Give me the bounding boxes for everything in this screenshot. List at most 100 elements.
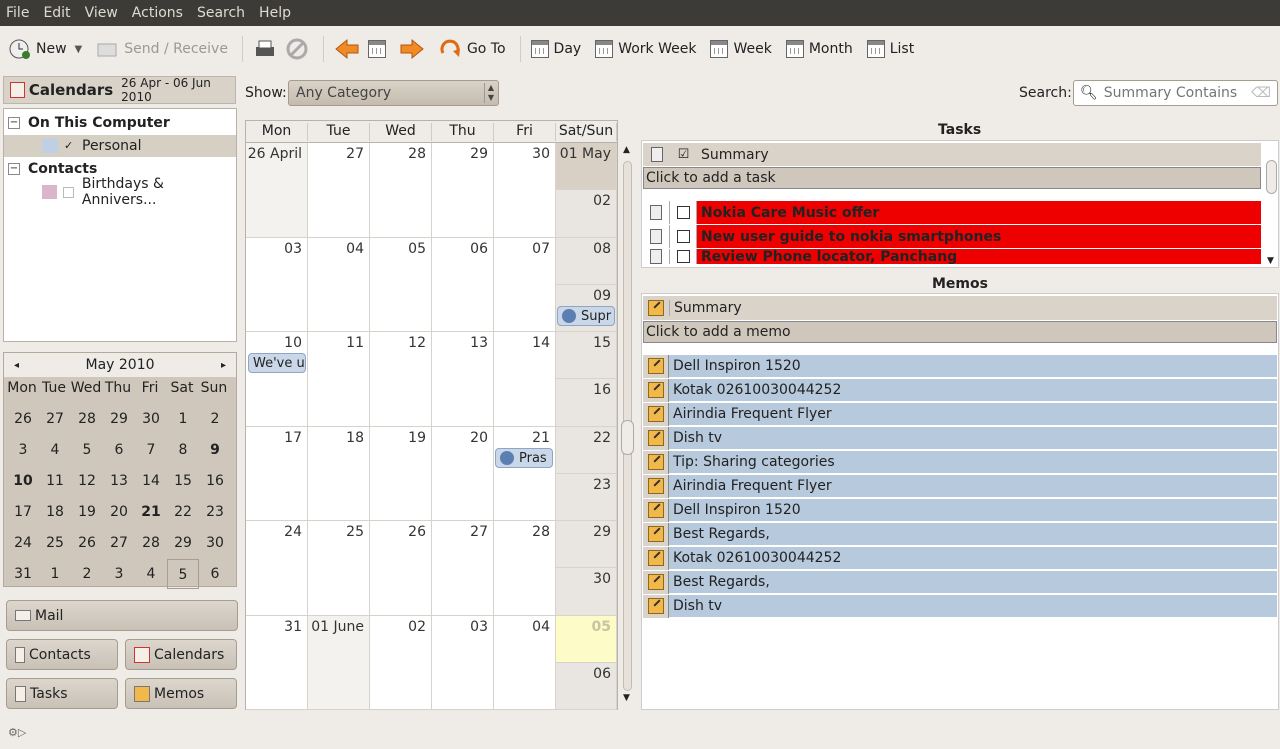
day-cell[interactable]: 24	[246, 521, 308, 616]
mini-day[interactable]: 17	[7, 497, 39, 527]
day-cell[interactable]: 28	[370, 143, 432, 238]
mini-day[interactable]: 1	[167, 404, 199, 434]
mini-day[interactable]: 2	[71, 559, 103, 589]
switcher-contacts[interactable]: Contacts	[6, 639, 118, 670]
tasks-scroll-down-icon[interactable]: ▼	[1267, 256, 1274, 266]
mini-day[interactable]: 23	[199, 497, 231, 527]
mini-day[interactable]: 25	[39, 528, 71, 558]
day-cell[interactable]: 13	[432, 332, 494, 427]
month-scrollbar[interactable]: ▲ ▼	[620, 145, 634, 710]
day-cell[interactable]: 31	[246, 615, 308, 710]
task-complete-cell[interactable]	[670, 225, 697, 248]
task-complete-cell[interactable]	[670, 201, 697, 224]
calendar-item-personal[interactable]: ✓ Personal	[4, 135, 236, 157]
memo-row[interactable]: Dell Inspiron 1520	[643, 354, 1277, 378]
week-view-button[interactable]: Week	[710, 40, 772, 58]
mini-day[interactable]: 6	[103, 435, 135, 465]
mini-day[interactable]: 18	[39, 497, 71, 527]
day-cell[interactable]: 04	[494, 615, 556, 710]
add-task-row[interactable]: Click to add a task	[643, 167, 1261, 189]
collapse-icon[interactable]: −	[8, 163, 20, 175]
memo-row[interactable]: Dish tv	[643, 594, 1277, 618]
menu-help[interactable]: Help	[259, 5, 291, 21]
search-input[interactable]	[1103, 85, 1254, 101]
category-select[interactable]: Any Category ▲ ▼	[288, 80, 499, 106]
day-cell[interactable]: 07	[494, 237, 556, 332]
day-cell[interactable]: 25	[308, 521, 370, 616]
sunday-cell[interactable]: 30	[556, 568, 617, 616]
task-complete-cell[interactable]	[670, 249, 697, 264]
scroll-thumb[interactable]	[621, 420, 634, 455]
mini-day[interactable]: 21	[135, 497, 167, 527]
mini-day[interactable]: 27	[39, 404, 71, 434]
sunday-cell[interactable]: 16	[556, 379, 617, 427]
day-cell[interactable]: 04	[308, 237, 370, 332]
day-cell[interactable]: 26	[370, 521, 432, 616]
mini-day[interactable]: 3	[103, 559, 135, 589]
saturday-cell[interactable]: 08	[556, 237, 617, 285]
task-checkbox[interactable]	[676, 250, 690, 263]
day-cell[interactable]: 26 April	[246, 143, 308, 238]
print-button[interactable]	[253, 38, 277, 60]
mini-day[interactable]: 13	[103, 466, 135, 496]
today-button[interactable]	[367, 40, 391, 58]
mini-day[interactable]: 26	[7, 404, 39, 434]
task-row[interactable]: New user guide to nokia smartphones	[643, 225, 1261, 248]
send-receive-button[interactable]: Send / Receive	[96, 38, 228, 60]
tasks-scrollbar[interactable]: ▼	[1264, 142, 1278, 266]
work-week-view-button[interactable]: Work Week	[595, 40, 696, 58]
memo-row[interactable]: Best Regards,	[643, 522, 1277, 546]
mini-day[interactable]: 31	[7, 559, 39, 589]
day-cell[interactable]: 20	[432, 426, 494, 521]
mini-day[interactable]: 8	[167, 435, 199, 465]
day-cell[interactable]: 01 June	[308, 615, 370, 710]
next-button[interactable]	[399, 38, 425, 60]
event-weve[interactable]: We've u	[248, 353, 306, 373]
saturday-cell[interactable]: 22	[556, 426, 617, 474]
menu-file[interactable]: File	[6, 5, 29, 21]
task-row[interactable]: Nokia Care Music offer	[643, 201, 1261, 224]
mini-day[interactable]: 29	[103, 404, 135, 434]
go-to-button[interactable]: Go To	[439, 37, 506, 61]
switcher-tasks[interactable]: Tasks	[6, 678, 118, 709]
task-row[interactable]: Review Phone locator, Panchang	[643, 249, 1261, 264]
day-cell[interactable]: 03	[246, 237, 308, 332]
mini-day[interactable]: 12	[71, 466, 103, 496]
previous-button[interactable]	[334, 38, 360, 60]
month-view-button[interactable]: Month	[785, 40, 853, 58]
mini-day[interactable]: 16	[199, 466, 231, 496]
menu-search[interactable]: Search	[197, 5, 245, 21]
mini-day[interactable]: 5	[71, 435, 103, 465]
day-cell[interactable]: 17	[246, 426, 308, 521]
scroll-down-icon[interactable]: ▼	[623, 693, 630, 703]
day-cell[interactable]: 14	[494, 332, 556, 427]
group-on-this-computer[interactable]: − On This Computer	[4, 113, 170, 133]
day-cell[interactable]: 05	[370, 237, 432, 332]
saturday-cell[interactable]: 29	[556, 521, 617, 569]
sunday-cell[interactable]: 02	[556, 190, 617, 238]
mini-day[interactable]: 24	[7, 528, 39, 558]
personal-checkbox[interactable]: ✓	[64, 140, 76, 152]
mini-day[interactable]: 27	[103, 528, 135, 558]
day-cell[interactable]: 10	[246, 332, 308, 427]
clear-icon[interactable]: ⌫	[1251, 85, 1271, 101]
search-field[interactable]: 🔍︎ ⌫	[1073, 80, 1278, 106]
birthdays-checkbox[interactable]	[63, 186, 74, 198]
mini-day[interactable]: 4	[39, 435, 71, 465]
mini-day[interactable]: 30	[199, 528, 231, 558]
mini-day[interactable]: 11	[39, 466, 71, 496]
task-checkbox[interactable]	[676, 206, 690, 219]
mini-day[interactable]: 9	[199, 435, 231, 465]
menu-edit[interactable]: Edit	[43, 5, 70, 21]
list-view-button[interactable]: List	[866, 40, 914, 58]
switcher-mail[interactable]: Mail	[6, 600, 238, 631]
mini-day[interactable]: 6	[199, 559, 231, 589]
memo-row[interactable]: Tip: Sharing categories	[643, 450, 1277, 474]
prev-month-icon[interactable]: ◂	[14, 360, 19, 371]
mini-day[interactable]: 14	[135, 466, 167, 496]
memo-row[interactable]: Kotak 02610030044252	[643, 546, 1277, 570]
mini-day[interactable]: 30	[135, 404, 167, 434]
new-dropdown-icon[interactable]: ▼	[75, 44, 83, 55]
mini-day[interactable]: 20	[103, 497, 135, 527]
task-checkbox[interactable]	[676, 230, 690, 243]
